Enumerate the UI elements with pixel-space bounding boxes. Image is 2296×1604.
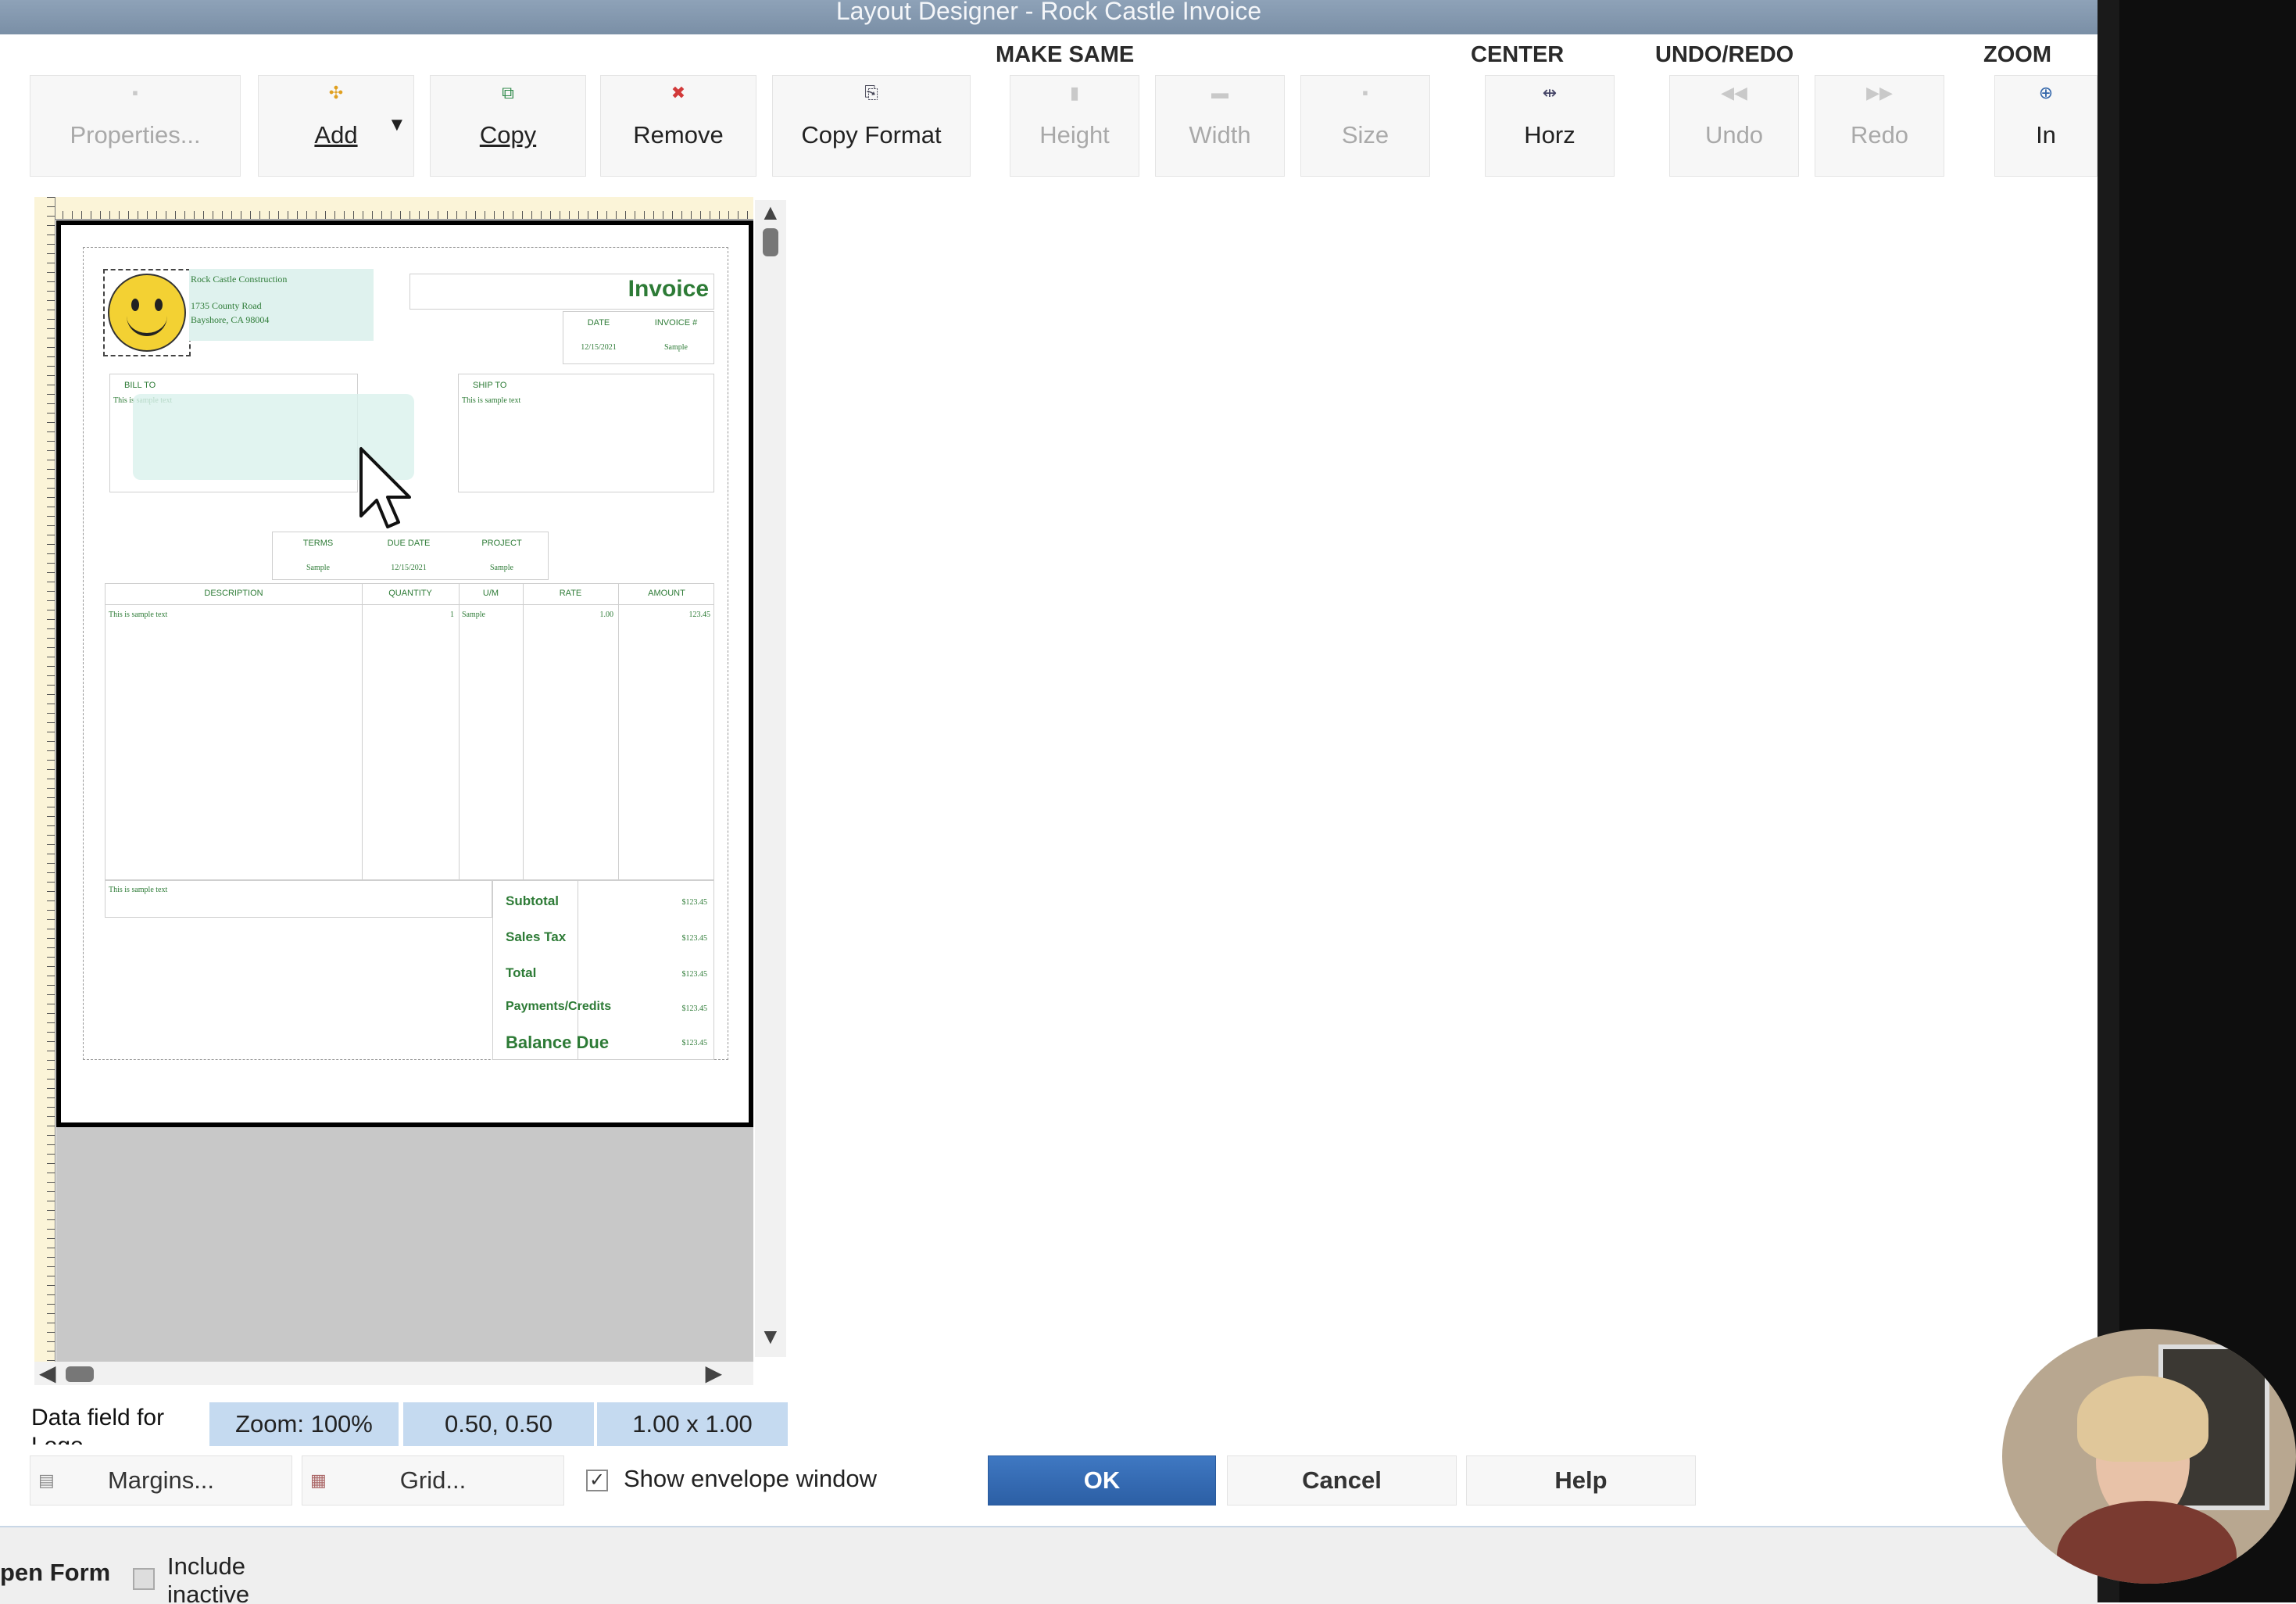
include-inactive-label: Include inactive [167,1552,250,1604]
center-horizontal-icon: ⇹ [1542,83,1557,102]
properties-icon: ▪ [132,83,138,102]
vertical-scroll-thumb[interactable] [763,228,778,256]
scroll-down-icon[interactable]: ▼ [760,1324,781,1349]
column-header-rate: RATE [559,589,582,598]
group-label-undo-redo: UNDO/REDO [1655,42,1794,67]
totals-box[interactable]: Subtotal $123.45 Sales Tax $123.45 Total… [492,880,714,1060]
subtotal-value: $123.45 [681,898,708,907]
margins-button[interactable]: ▤ Margins... [30,1455,292,1506]
payments-value: $123.45 [681,1004,708,1013]
balance-due-value: $123.45 [681,1039,708,1047]
make-same-size-button[interactable]: ▪ Size [1300,75,1430,177]
copy-button[interactable]: ⧉ Copy [430,75,586,177]
redo-icon: ▶▶ [1866,83,1893,102]
horizontal-ruler [34,197,753,220]
column-header-amount: AMOUNT [648,589,685,598]
grid-icon: ▦ [310,1470,327,1490]
total-value: $123.45 [681,970,708,979]
terms-table[interactable]: TERMS DUE DATE PROJECT Sample 12/15/2021… [272,532,549,580]
column-header-description: DESCRIPTION [204,589,263,598]
ship-to-box[interactable]: SHIP TO This is sample text [458,374,714,492]
position-display: 0.50, 0.50 [403,1402,594,1446]
total-label: Total [506,965,537,980]
copy-format-button[interactable]: ⎘ Copy Format [772,75,971,177]
invoice-title-field[interactable]: Invoice [409,274,714,310]
memo-field[interactable]: This is sample text [105,880,492,918]
vertical-scrollbar[interactable]: ▲ ▼ [755,200,786,1357]
group-label-zoom: ZOOM [1983,42,2051,67]
vertical-ruler [34,197,55,1362]
show-envelope-label: Show envelope window [624,1465,877,1492]
sales-tax-value: $123.45 [681,934,708,943]
zoom-in-icon: ⊕ [2038,83,2054,102]
help-button[interactable]: Help [1466,1455,1696,1506]
add-icon: ✣ [328,83,344,102]
width-icon: ▬ [1211,83,1228,102]
make-same-width-button[interactable]: ▬ Width [1155,75,1285,177]
properties-button[interactable]: ▪ Properties... [30,75,241,177]
remove-icon: ✖ [671,83,686,102]
company-info-field[interactable]: Rock Castle Construction 1735 County Roa… [189,269,374,341]
payments-label: Payments/Credits [506,1000,612,1013]
mouse-cursor-icon [359,447,411,528]
smiley-logo-icon [108,274,186,352]
make-same-height-button[interactable]: ▮ Height [1010,75,1139,177]
line-items-table[interactable]: DESCRIPTION QUANTITY U/M RATE AMOUNT Thi… [105,583,714,880]
dimensions-display: 1.00 x 1.00 [597,1402,788,1446]
presenter-webcam [2002,1329,2296,1584]
height-icon: ▮ [1069,83,1080,102]
remove-button[interactable]: ✖ Remove [600,75,756,177]
column-header-quantity: QUANTITY [388,589,432,598]
window-title-bar: Layout Designer - Rock Castle Invoice [0,0,2098,34]
group-label-center: CENTER [1471,42,1565,67]
grid-button[interactable]: ▦ Grid... [302,1455,564,1506]
subtotal-label: Subtotal [506,893,559,908]
group-label-make-same: MAKE SAME [996,42,1135,67]
zoom-in-button[interactable]: ⊕ In [1994,75,2098,177]
column-header-um: U/M [482,589,499,598]
ok-button[interactable]: OK [988,1455,1216,1506]
margins-icon: ▤ [38,1470,55,1490]
cancel-button[interactable]: Cancel [1227,1455,1457,1506]
center-horz-button[interactable]: ⇹ Horz [1485,75,1615,177]
copy-format-icon: ⎘ [864,83,878,102]
undo-icon: ◀◀ [1721,83,1747,102]
copy-icon: ⧉ [502,83,514,102]
horizontal-scrollbar[interactable]: ◀ ▶ [34,1360,753,1386]
redo-button[interactable]: ▶▶ Redo [1815,75,1944,177]
undo-button[interactable]: ◀◀ Undo [1669,75,1799,177]
date-invoice-table[interactable]: DATE INVOICE # 12/15/2021 Sample [563,311,714,364]
scroll-right-icon[interactable]: ▶ [705,1360,722,1386]
show-envelope-checkbox[interactable]: ✓ [586,1470,608,1491]
horizontal-scroll-thumb[interactable] [66,1366,94,1382]
zoom-level-display: Zoom: 100% [209,1402,399,1446]
scroll-up-icon[interactable]: ▲ [760,200,781,225]
invoice-page: Rock Castle Construction 1735 County Roa… [56,220,753,1127]
sales-tax-label: Sales Tax [506,929,567,944]
open-form-button[interactable]: pen Form [0,1559,110,1587]
logo-field[interactable] [103,269,191,356]
window-title: Layout Designer - Rock Castle Invoice [835,0,1262,25]
selected-field-description: Data field for Logo [31,1405,165,1445]
balance-due-label: Balance Due [506,1033,610,1052]
size-icon: ▪ [1362,83,1368,102]
add-dropdown-chevron-icon[interactable]: ▼ [388,114,406,136]
scroll-left-icon[interactable]: ◀ [39,1360,56,1386]
include-inactive-checkbox[interactable] [133,1568,155,1590]
underlying-window-bar: pen Form Include inactive [0,1526,2098,1604]
